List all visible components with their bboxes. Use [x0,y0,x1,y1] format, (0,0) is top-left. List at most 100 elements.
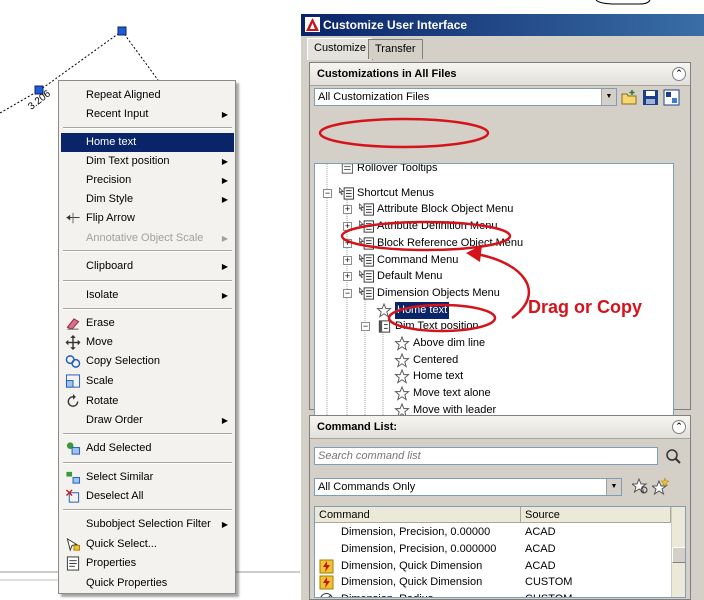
menu-item-rotate[interactable]: Rotate [61,392,234,411]
tab-customize[interactable]: Customize [307,38,373,60]
table-row[interactable]: Dimension, Quick Dimension CUSTOM [315,574,671,591]
menu-separator [63,462,232,464]
collapse-node-icon[interactable]: − [361,322,370,332]
tree-node-attribute-block-object-menu[interactable]: + Attribute Block Object Menu [315,201,671,218]
eraser-icon [66,318,80,330]
menu-item-label: Quick Properties [86,577,168,589]
menu-item-flip-arrow[interactable]: Flip Arrow [61,209,234,228]
collapse-node-icon[interactable]: − [343,288,352,298]
tree-node-command-menu[interactable]: + Command Menu [315,252,671,269]
tree-node-default-menu[interactable]: + Default Menu [315,268,671,285]
star-icon [394,386,410,401]
grip-handle[interactable] [117,26,127,36]
collapse-node-icon[interactable]: − [323,188,332,198]
menu-item-draw-order[interactable]: Draw Order ▶ [61,411,234,430]
menu-item-label: Annotative Object Scale [86,232,204,244]
tree-scrollbar[interactable]: ▲ ▼ [673,164,674,455]
menu-item-repeat-aligned[interactable]: Repeat Aligned [61,86,234,105]
menu-item-deselect-all[interactable]: Deselect All [61,487,234,506]
tree-node-move-text-alone[interactable]: Move text alone [315,385,671,402]
menu-item-clipboard[interactable]: Clipboard ▶ [61,257,234,276]
menu-separator [63,250,232,252]
tree-node-block-reference-object-menu[interactable]: + Block Reference Object Menu [315,235,671,252]
menu-item-isolate[interactable]: Isolate ▶ [61,286,234,305]
menu-separator [63,127,232,129]
command-filter-select[interactable]: All Commands Only ▼ [314,478,622,496]
tree-node-home-text[interactable]: Home text [315,368,671,385]
menu-separator [63,280,232,282]
menu-item-label: Clipboard [86,260,134,272]
radius-icon [320,593,333,597]
menu-item-label: Repeat Aligned [86,89,161,101]
command-list-panel: Command List: ⌃ All Commands Only ▼ Comm… [309,415,691,600]
customizations-panel: Customizations in All Files ⌃ All Custom… [309,62,691,456]
tree-node-label: Dimension Objects Menu [377,286,500,299]
command-list-table[interactable]: Command Source Dimension, Precision, 0.0… [314,506,686,598]
menu-item-label: Flip Arrow [86,212,135,224]
menu-item-add-selected[interactable]: Add Selected [61,439,234,458]
menu-item-quick-properties[interactable]: Quick Properties [61,574,234,593]
tree-node-label: Move text alone [413,387,491,400]
command-name: Dimension, Radius [341,591,433,597]
tree-node-attribute-definition-menu[interactable]: + Attribute Definition Menu [315,218,671,235]
expand-node-icon[interactable]: + [343,205,352,215]
menu-item-dim-style[interactable]: Dim Style ▶ [61,190,234,209]
tree-node-above-dim-line[interactable]: Above dim line [315,335,671,352]
menu-item-quick-select[interactable]: Quick Select... [61,535,234,554]
scrollbar-thumb[interactable] [672,547,685,563]
tree-node-label: Dim Text position [395,320,479,333]
display-filters-icon[interactable] [663,89,680,106]
expand-node-icon[interactable]: + [343,255,352,265]
open-file-icon[interactable] [621,89,638,106]
menu-item-label: Subobject Selection Filter [86,518,211,530]
menu-item-label: Home text [86,136,137,148]
collapse-up-icon[interactable]: ⌃ [672,67,686,81]
tree-node-label: Above dim line [413,337,486,349]
table-row[interactable]: Dimension, Quick Dimension ACAD [315,558,671,575]
menu-item-move[interactable]: Move [61,333,234,352]
menu-item-properties[interactable]: Properties [61,554,234,573]
save-icon[interactable] [642,89,659,106]
menu-item-scale[interactable]: Scale [61,372,234,391]
menu-item-erase[interactable]: Erase [61,314,234,333]
submenu-arrow-icon: ▶ [221,176,228,185]
panel-title: Command List: [317,421,398,433]
window-titlebar[interactable]: Customize User Interface [301,14,704,36]
table-row[interactable]: Dimension, Radius CUSTOM [315,591,671,597]
column-header-source[interactable]: Source [521,507,671,523]
chevron-down-icon[interactable]: ▼ [601,89,616,105]
expand-node-icon[interactable]: + [343,238,352,248]
menu-item-subobject-selection-filter[interactable]: Subobject Selection Filter ▶ [61,515,234,534]
customization-file-select[interactable]: All Customization Files ▼ [314,88,617,106]
tree-node-rollover-tooltips[interactable]: Rollover Tooltips [315,164,671,177]
menu-item-recent-input[interactable]: Recent Input ▶ [61,105,234,124]
tree-node-dim-text-position[interactable]: − Dim Text position [315,318,671,335]
menu-item-copy-selection[interactable]: Copy Selection [61,352,234,371]
table-row[interactable]: Dimension, Precision, 0.000000 ACAD [315,541,671,558]
tree-node-label: Block Reference Object Menu [377,236,524,249]
expand-node-icon[interactable]: + [343,272,352,282]
command-search-input[interactable] [314,447,658,465]
tree-node-shortcut-menus[interactable]: − Shortcut Menus [315,185,671,202]
menu-item-select-similar[interactable]: Select Similar [61,468,234,487]
command-name: Dimension, Precision, 0.00000 [341,526,491,538]
menu-item-dim-text-position[interactable]: Dim Text position ▶ [61,152,234,171]
chevron-down-icon[interactable]: ▼ [606,479,621,495]
expand-node-icon[interactable]: + [343,222,352,232]
menu-item-home-text[interactable]: Home text [61,133,234,152]
search-icon[interactable] [665,448,682,465]
tree-node-label: Home text [413,370,464,383]
menu-item-label: Select Similar [86,471,154,483]
find-command-icon[interactable] [632,478,649,495]
tree-node-centered[interactable]: Centered [315,352,671,369]
new-command-icon[interactable] [652,478,669,495]
menu-item-label: Properties [86,557,137,569]
menu-item-precision[interactable]: Precision ▶ [61,171,234,190]
command-list-scrollbar[interactable] [671,507,685,597]
tab-transfer[interactable]: Transfer [368,39,423,59]
column-header-command[interactable]: Command [315,507,521,523]
menu-icon [359,286,374,300]
table-row[interactable]: Dimension, Precision, 0.00000 ACAD [315,524,671,541]
collapse-up-icon[interactable]: ⌃ [672,420,686,434]
select-similar-icon [66,471,81,484]
